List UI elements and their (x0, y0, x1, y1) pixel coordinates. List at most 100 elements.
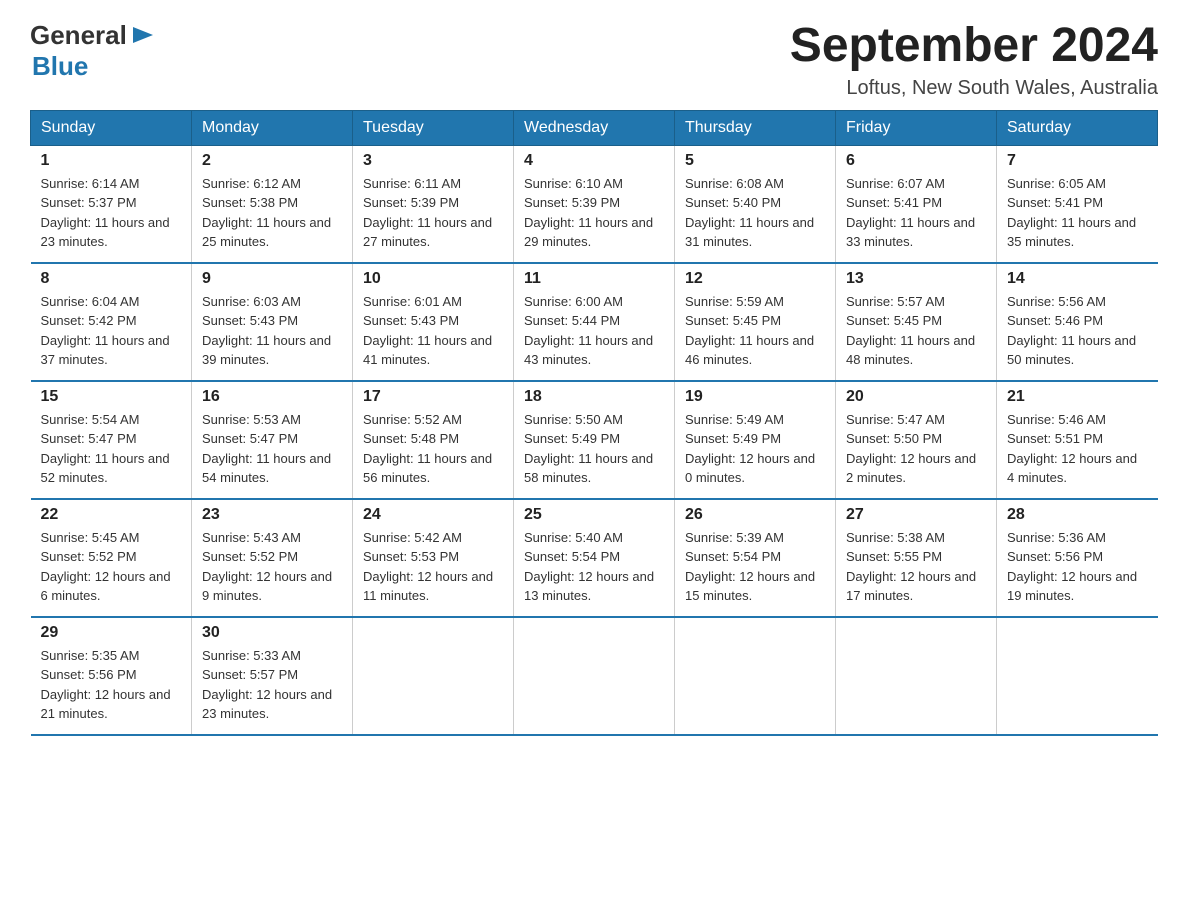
calendar-day-cell: 23 Sunrise: 5:43 AM Sunset: 5:52 PM Dayl… (192, 499, 353, 617)
day-number: 30 (202, 624, 342, 642)
day-info: Sunrise: 5:35 AM Sunset: 5:56 PM Dayligh… (41, 646, 182, 724)
day-number: 4 (524, 152, 664, 170)
day-info: Sunrise: 6:05 AM Sunset: 5:41 PM Dayligh… (1007, 174, 1148, 252)
day-info: Sunrise: 5:42 AM Sunset: 5:53 PM Dayligh… (363, 528, 503, 606)
calendar-day-cell: 10 Sunrise: 6:01 AM Sunset: 5:43 PM Dayl… (353, 263, 514, 381)
calendar-day-cell: 26 Sunrise: 5:39 AM Sunset: 5:54 PM Dayl… (675, 499, 836, 617)
day-info: Sunrise: 5:39 AM Sunset: 5:54 PM Dayligh… (685, 528, 825, 606)
day-number: 18 (524, 388, 664, 406)
day-info: Sunrise: 6:14 AM Sunset: 5:37 PM Dayligh… (41, 174, 182, 252)
calendar-day-cell: 16 Sunrise: 5:53 AM Sunset: 5:47 PM Dayl… (192, 381, 353, 499)
calendar-day-cell (997, 617, 1158, 735)
day-info: Sunrise: 6:03 AM Sunset: 5:43 PM Dayligh… (202, 292, 342, 370)
calendar-day-cell (514, 617, 675, 735)
day-number: 5 (685, 152, 825, 170)
calendar-day-cell: 18 Sunrise: 5:50 AM Sunset: 5:49 PM Dayl… (514, 381, 675, 499)
weekday-header-tuesday: Tuesday (353, 110, 514, 145)
calendar-day-cell: 3 Sunrise: 6:11 AM Sunset: 5:39 PM Dayli… (353, 145, 514, 263)
day-number: 19 (685, 388, 825, 406)
day-info: Sunrise: 6:00 AM Sunset: 5:44 PM Dayligh… (524, 292, 664, 370)
calendar-day-cell: 11 Sunrise: 6:00 AM Sunset: 5:44 PM Dayl… (514, 263, 675, 381)
calendar-week-row: 22 Sunrise: 5:45 AM Sunset: 5:52 PM Dayl… (31, 499, 1158, 617)
calendar-day-cell (353, 617, 514, 735)
calendar-day-cell: 14 Sunrise: 5:56 AM Sunset: 5:46 PM Dayl… (997, 263, 1158, 381)
day-number: 20 (846, 388, 986, 406)
calendar-week-row: 1 Sunrise: 6:14 AM Sunset: 5:37 PM Dayli… (31, 145, 1158, 263)
day-number: 11 (524, 270, 664, 288)
day-number: 13 (846, 270, 986, 288)
day-number: 26 (685, 506, 825, 524)
day-number: 17 (363, 388, 503, 406)
day-number: 1 (41, 152, 182, 170)
day-number: 9 (202, 270, 342, 288)
weekday-header-friday: Friday (836, 110, 997, 145)
day-number: 15 (41, 388, 182, 406)
logo-arrow-icon (129, 21, 157, 49)
day-info: Sunrise: 6:07 AM Sunset: 5:41 PM Dayligh… (846, 174, 986, 252)
logo: General Blue (30, 20, 157, 82)
day-info: Sunrise: 5:38 AM Sunset: 5:55 PM Dayligh… (846, 528, 986, 606)
day-info: Sunrise: 6:12 AM Sunset: 5:38 PM Dayligh… (202, 174, 342, 252)
day-info: Sunrise: 6:08 AM Sunset: 5:40 PM Dayligh… (685, 174, 825, 252)
calendar-day-cell: 25 Sunrise: 5:40 AM Sunset: 5:54 PM Dayl… (514, 499, 675, 617)
logo-blue-text: Blue (32, 51, 88, 81)
day-number: 3 (363, 152, 503, 170)
calendar-day-cell: 27 Sunrise: 5:38 AM Sunset: 5:55 PM Dayl… (836, 499, 997, 617)
day-info: Sunrise: 5:45 AM Sunset: 5:52 PM Dayligh… (41, 528, 182, 606)
logo-general-text: General (30, 20, 127, 51)
day-info: Sunrise: 5:54 AM Sunset: 5:47 PM Dayligh… (41, 410, 182, 488)
calendar-day-cell: 2 Sunrise: 6:12 AM Sunset: 5:38 PM Dayli… (192, 145, 353, 263)
calendar-day-cell: 28 Sunrise: 5:36 AM Sunset: 5:56 PM Dayl… (997, 499, 1158, 617)
day-info: Sunrise: 6:10 AM Sunset: 5:39 PM Dayligh… (524, 174, 664, 252)
day-number: 8 (41, 270, 182, 288)
day-number: 7 (1007, 152, 1148, 170)
day-info: Sunrise: 5:40 AM Sunset: 5:54 PM Dayligh… (524, 528, 664, 606)
calendar-day-cell: 13 Sunrise: 5:57 AM Sunset: 5:45 PM Dayl… (836, 263, 997, 381)
calendar-day-cell (675, 617, 836, 735)
calendar-day-cell: 9 Sunrise: 6:03 AM Sunset: 5:43 PM Dayli… (192, 263, 353, 381)
day-number: 25 (524, 506, 664, 524)
page-header: General Blue September 2024 Loftus, New … (30, 20, 1158, 100)
day-number: 10 (363, 270, 503, 288)
calendar-table: SundayMondayTuesdayWednesdayThursdayFrid… (30, 110, 1158, 736)
day-info: Sunrise: 5:36 AM Sunset: 5:56 PM Dayligh… (1007, 528, 1148, 606)
day-info: Sunrise: 5:56 AM Sunset: 5:46 PM Dayligh… (1007, 292, 1148, 370)
day-info: Sunrise: 5:50 AM Sunset: 5:49 PM Dayligh… (524, 410, 664, 488)
weekday-header-row: SundayMondayTuesdayWednesdayThursdayFrid… (31, 110, 1158, 145)
title-area: September 2024 Loftus, New South Wales, … (790, 20, 1158, 100)
calendar-week-row: 29 Sunrise: 5:35 AM Sunset: 5:56 PM Dayl… (31, 617, 1158, 735)
day-number: 22 (41, 506, 182, 524)
day-info: Sunrise: 6:01 AM Sunset: 5:43 PM Dayligh… (363, 292, 503, 370)
day-number: 12 (685, 270, 825, 288)
calendar-day-cell: 24 Sunrise: 5:42 AM Sunset: 5:53 PM Dayl… (353, 499, 514, 617)
calendar-day-cell: 1 Sunrise: 6:14 AM Sunset: 5:37 PM Dayli… (31, 145, 192, 263)
calendar-day-cell: 6 Sunrise: 6:07 AM Sunset: 5:41 PM Dayli… (836, 145, 997, 263)
calendar-week-row: 8 Sunrise: 6:04 AM Sunset: 5:42 PM Dayli… (31, 263, 1158, 381)
day-number: 14 (1007, 270, 1148, 288)
calendar-day-cell: 12 Sunrise: 5:59 AM Sunset: 5:45 PM Dayl… (675, 263, 836, 381)
day-number: 23 (202, 506, 342, 524)
day-info: Sunrise: 5:57 AM Sunset: 5:45 PM Dayligh… (846, 292, 986, 370)
day-info: Sunrise: 6:04 AM Sunset: 5:42 PM Dayligh… (41, 292, 182, 370)
day-number: 24 (363, 506, 503, 524)
day-number: 21 (1007, 388, 1148, 406)
calendar-day-cell: 20 Sunrise: 5:47 AM Sunset: 5:50 PM Dayl… (836, 381, 997, 499)
day-info: Sunrise: 5:43 AM Sunset: 5:52 PM Dayligh… (202, 528, 342, 606)
day-info: Sunrise: 5:53 AM Sunset: 5:47 PM Dayligh… (202, 410, 342, 488)
weekday-header-thursday: Thursday (675, 110, 836, 145)
calendar-day-cell: 19 Sunrise: 5:49 AM Sunset: 5:49 PM Dayl… (675, 381, 836, 499)
calendar-day-cell: 30 Sunrise: 5:33 AM Sunset: 5:57 PM Dayl… (192, 617, 353, 735)
calendar-day-cell: 22 Sunrise: 5:45 AM Sunset: 5:52 PM Dayl… (31, 499, 192, 617)
calendar-day-cell: 17 Sunrise: 5:52 AM Sunset: 5:48 PM Dayl… (353, 381, 514, 499)
day-info: Sunrise: 5:47 AM Sunset: 5:50 PM Dayligh… (846, 410, 986, 488)
weekday-header-sunday: Sunday (31, 110, 192, 145)
day-number: 28 (1007, 506, 1148, 524)
day-number: 29 (41, 624, 182, 642)
day-info: Sunrise: 5:52 AM Sunset: 5:48 PM Dayligh… (363, 410, 503, 488)
day-info: Sunrise: 5:59 AM Sunset: 5:45 PM Dayligh… (685, 292, 825, 370)
calendar-day-cell: 29 Sunrise: 5:35 AM Sunset: 5:56 PM Dayl… (31, 617, 192, 735)
calendar-day-cell (836, 617, 997, 735)
calendar-day-cell: 4 Sunrise: 6:10 AM Sunset: 5:39 PM Dayli… (514, 145, 675, 263)
weekday-header-wednesday: Wednesday (514, 110, 675, 145)
weekday-header-saturday: Saturday (997, 110, 1158, 145)
